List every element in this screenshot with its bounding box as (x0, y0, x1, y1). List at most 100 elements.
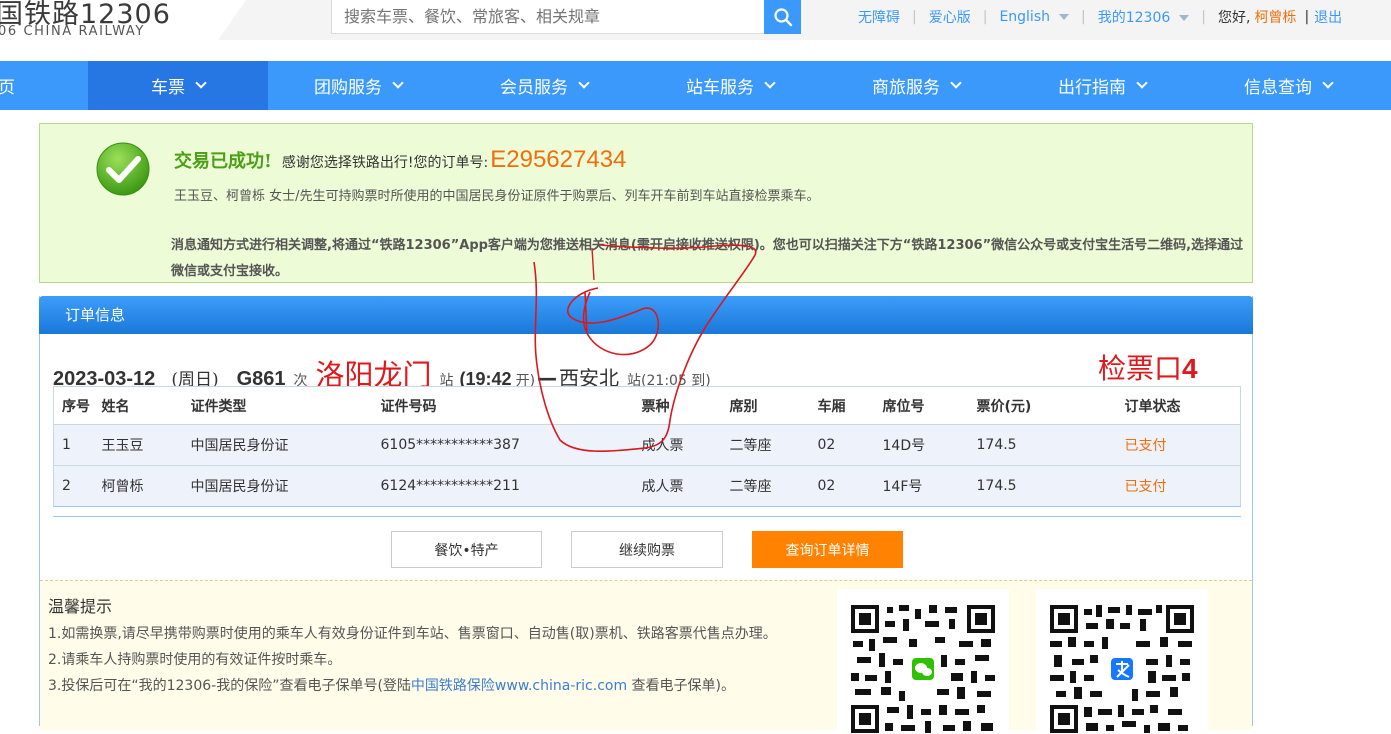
cell-id-type: 中国居民身份证 (190, 465, 381, 507)
column-header: 车厢 (817, 386, 883, 425)
cell-coach: 02 (817, 424, 883, 466)
qr-code-image (851, 605, 995, 733)
cell-name: 柯曾栎 (101, 465, 191, 507)
order-number: E295627434 (490, 146, 627, 173)
separator: | (1201, 9, 1206, 25)
food-specialty-button[interactable]: 餐饮•特产 (391, 531, 542, 568)
cell-price: 174.5 (976, 465, 1125, 507)
nav-label: 会员服务 (500, 78, 568, 98)
search-button[interactable] (764, 0, 801, 34)
column-header: 证件类型 (190, 386, 381, 425)
chevron-down-icon (1322, 77, 1334, 89)
table-row: 1 王玉豆 中国居民身份证 6105***********387 成人票 二等座… (53, 424, 1241, 466)
cell-ticket-type: 成人票 (641, 465, 730, 507)
divider (53, 516, 1241, 517)
nav-group-service[interactable]: 团购服务 (268, 61, 448, 110)
cell-price: 174.5 (976, 424, 1125, 466)
tip-item: 1.如需换票,请尽早携带购票时使用的乘车人有效身份证件到车站、售票窗口、自动售(… (48, 626, 777, 642)
tips-section: 温馨提示 1.如需换票,请尽早携带购票时使用的乘车人有效身份证件到车站、售票窗口… (40, 580, 1252, 734)
cell-seat-number: 14F号 (882, 465, 977, 507)
language-label: English (999, 9, 1050, 25)
order-info-panel: 订单信息 2023-03-12 (周日) G861 次 洛阳龙门 站 ( 19:… (39, 296, 1253, 734)
chevron-down-icon (1136, 77, 1148, 89)
language-dropdown[interactable]: English (999, 9, 1069, 25)
tip-text: 查看电子保单)。 (627, 678, 736, 694)
alipay-qr-code (1036, 589, 1208, 734)
column-header: 订单状态 (1124, 386, 1241, 425)
cell-seat-number: 14D号 (882, 424, 977, 466)
tip-text: 3.投保后可在“我的12306-我的保险”查看电子保单号(登陆 (48, 678, 411, 694)
chevron-down-icon (1179, 15, 1190, 21)
greeting: 您好, (1217, 10, 1251, 26)
search-input[interactable] (332, 0, 764, 33)
gate-number: 4 (1182, 353, 1198, 384)
boarding-instruction: 王玉豆、柯曾栎 女士/先生可持购票时所使用的中国居民身份证原件于购票后、列车开车… (174, 189, 820, 204)
nav-business-travel[interactable]: 商旅服务 (826, 61, 1006, 110)
success-message-line: 交易已成功! 感谢您选择铁路出行!您的订单号: E295627434 (174, 146, 626, 174)
nav-station-service[interactable]: 站车服务 (640, 61, 820, 110)
site-header: 国铁路12306 06 CHINA RAILWAY 无障碍 | 爱心版 | En… (0, 0, 1391, 60)
separator: | (912, 9, 917, 25)
tips-body: 1.如需换票,请尽早携带购票时使用的乘车人有效身份证件到车站、售票窗口、自动售(… (48, 621, 838, 699)
order-info-header: 订单信息 (39, 296, 1253, 334)
nav-member-service[interactable]: 会员服务 (454, 61, 634, 110)
column-header: 席别 (729, 386, 818, 425)
nav-label: 团购服务 (314, 78, 382, 98)
table-header-row: 序号 姓名 证件类型 证件号码 票种 席别 车厢 席位号 票价(元) 订单状态 (53, 386, 1241, 425)
chevron-down-icon (392, 77, 404, 89)
column-header: 序号 (53, 386, 102, 425)
logout-link[interactable]: 退出 (1314, 7, 1342, 27)
success-panel: 交易已成功! 感谢您选择铁路出行!您的订单号: E295627434 王玉豆、柯… (39, 123, 1253, 283)
tip-item: 3.投保后可在“我的12306-我的保险”查看电子保单号(登陆中国铁路保险www… (48, 673, 838, 699)
ticket-gate-annotation: 检票口4 (1098, 347, 1198, 387)
nav-label: 出行指南 (1058, 78, 1126, 98)
search-box[interactable] (331, 0, 765, 34)
column-header: 票种 (641, 386, 730, 425)
my12306-dropdown[interactable]: 我的12306 (1098, 7, 1190, 27)
nav-label: 页 (0, 78, 15, 98)
nav-label: 站车服务 (686, 78, 754, 98)
top-links: 无障碍 | 爱心版 | English | 我的12306 | 您好, 柯曾栎 … (858, 7, 1342, 27)
separator: | (1081, 9, 1086, 25)
continue-purchase-button[interactable]: 继续购票 (571, 531, 723, 568)
cell-id-type: 中国居民身份证 (190, 424, 381, 466)
chevron-down-icon (195, 77, 207, 89)
cell-coach: 02 (817, 465, 883, 507)
checkmark-icon (96, 142, 150, 196)
notification-notice: 消息通知方式进行相关调整,将通过“铁路12306”App客户端为您推送相关消息(… (171, 238, 1244, 279)
nav-travel-guide[interactable]: 出行指南 (1012, 61, 1192, 110)
chevron-down-icon (950, 77, 962, 89)
chevron-down-icon (764, 77, 776, 89)
cell-index: 1 (53, 424, 102, 466)
cell-id-number: 6124***********211 (380, 465, 642, 507)
column-header: 证件号码 (380, 386, 642, 425)
wechat-qr-code (837, 589, 1009, 734)
success-thanks: 感谢您选择铁路出行!您的订单号: (281, 155, 489, 171)
main-nav: 页 车票 团购服务 会员服务 站车服务 商旅服务 出行指南 信息查询 (0, 61, 1391, 110)
nav-home[interactable]: 页 (0, 61, 28, 110)
accessibility-link[interactable]: 无障碍 (858, 7, 900, 27)
nav-info-query[interactable]: 信息查询 (1198, 61, 1378, 110)
separator: | (1304, 9, 1310, 25)
my12306-label: 我的12306 (1097, 10, 1171, 26)
nav-label: 车票 (151, 78, 185, 98)
nav-tickets[interactable]: 车票 (88, 61, 268, 110)
separator: | (982, 9, 988, 25)
care-mode-link[interactable]: 爱心版 (929, 7, 971, 27)
username-link[interactable]: 柯曾栎 (1254, 7, 1296, 27)
qr-code-image (1050, 605, 1194, 733)
column-header: 票价(元) (976, 386, 1125, 425)
insurance-link[interactable]: 中国铁路保险www.china-ric.com (411, 678, 627, 694)
cell-status: 已支付 (1124, 424, 1241, 466)
chevron-down-icon (578, 77, 590, 89)
cell-id-number: 6105***********387 (380, 424, 642, 466)
tips-title: 温馨提示 (48, 597, 113, 616)
cell-seat-class: 二等座 (729, 465, 818, 507)
gate-label: 检票口 (1098, 352, 1183, 385)
chevron-down-icon (1059, 14, 1069, 20)
order-details-button[interactable]: 查询订单详情 (752, 531, 903, 568)
column-header: 席位号 (882, 386, 977, 425)
success-title: 交易已成功! (174, 151, 272, 172)
cell-index: 2 (53, 465, 102, 507)
tip-item: 2.请乘车人持购票时使用的有效证件按时乘车。 (48, 652, 342, 668)
